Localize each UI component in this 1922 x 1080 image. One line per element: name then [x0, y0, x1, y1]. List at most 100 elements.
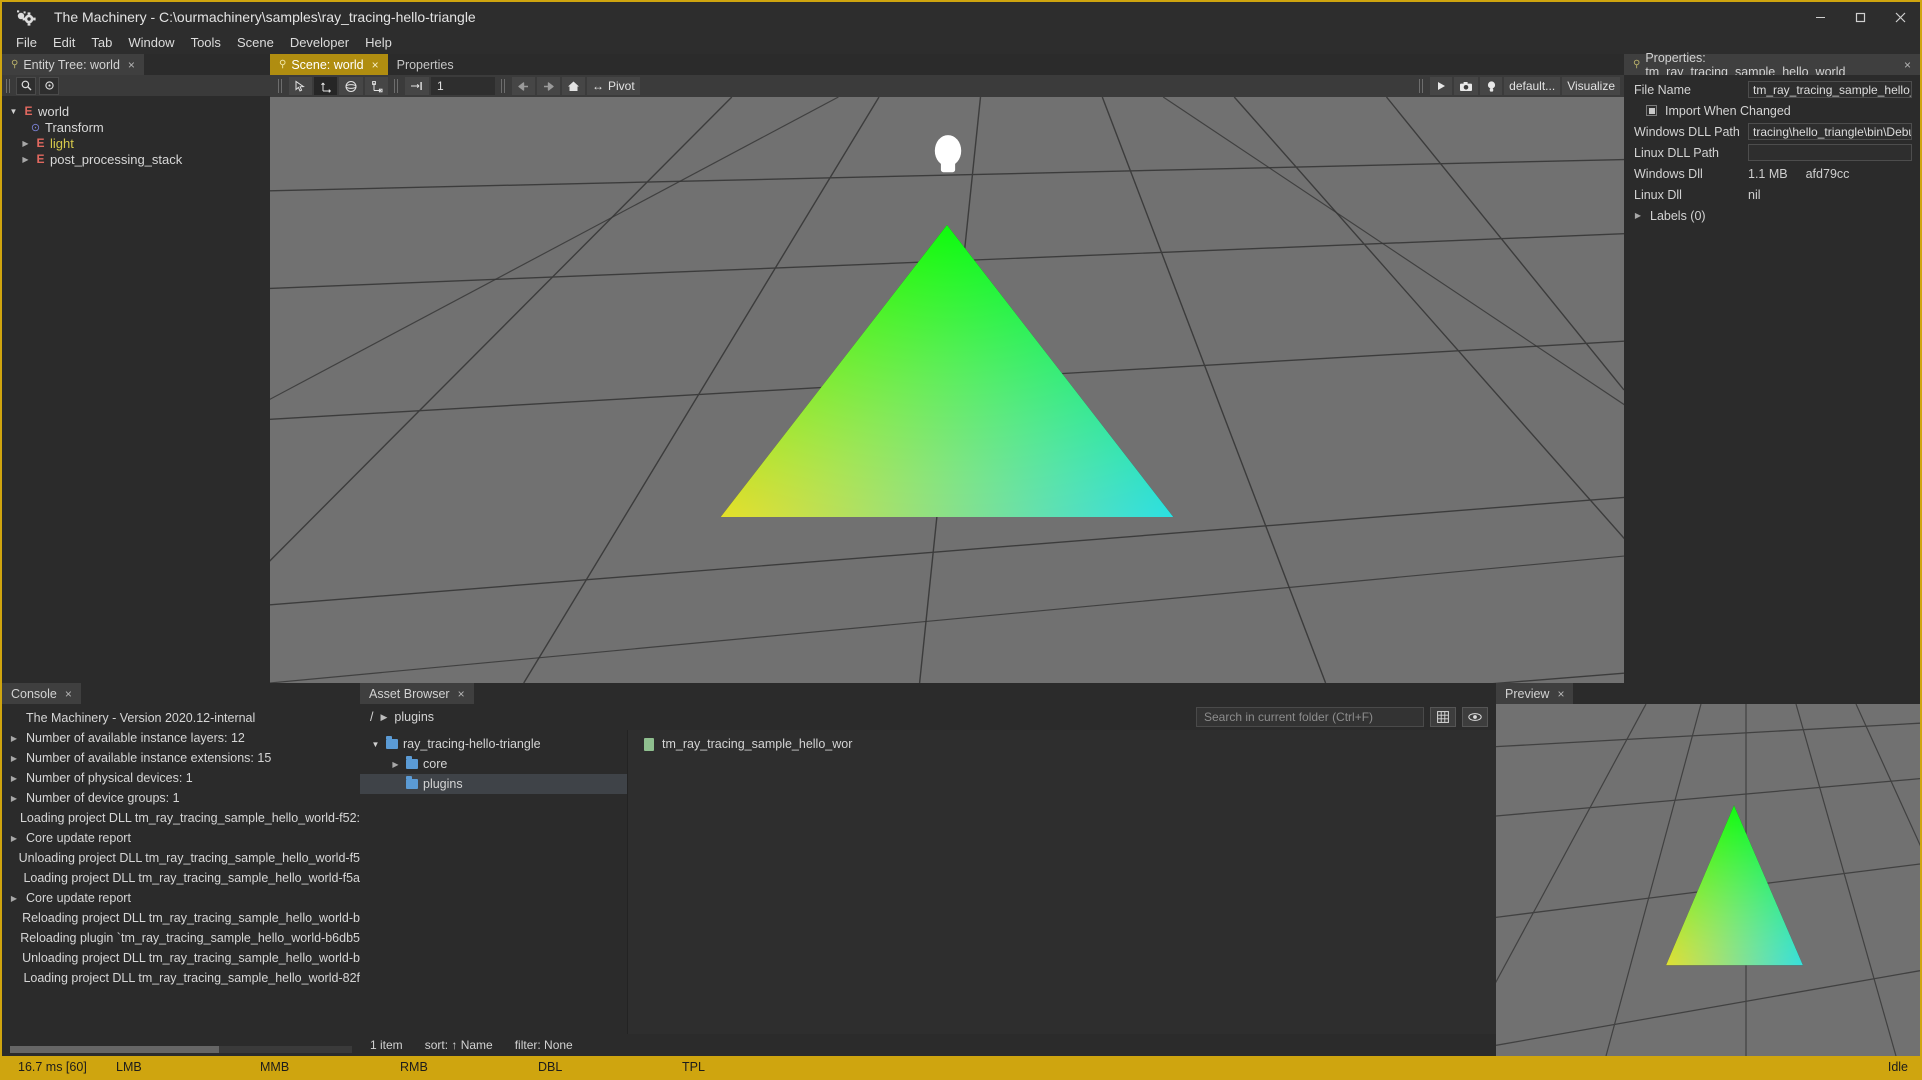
home-icon[interactable] — [562, 77, 585, 95]
tab-scene-world[interactable]: ⚲ Scene: world × — [270, 54, 388, 75]
search-input[interactable]: Search in current folder (Ctrl+F) — [1196, 707, 1424, 727]
drag-handle[interactable] — [6, 78, 11, 93]
console-output[interactable]: The Machinery - Version 2020.12-internal… — [2, 704, 360, 1044]
chevron-right-icon[interactable]: ▶ — [380, 712, 387, 723]
arrow-left-icon[interactable] — [512, 77, 535, 95]
console-line[interactable]: ▶ Number of physical devices: 1 — [2, 768, 360, 788]
tree-item-world[interactable]: ▼ E world — [2, 103, 270, 119]
arrow-right-icon[interactable] — [537, 77, 560, 95]
menu-item-tools[interactable]: Tools — [183, 32, 229, 54]
menu-item-tab[interactable]: Tab — [83, 32, 120, 54]
breadcrumb-root[interactable]: / — [370, 710, 373, 724]
pivot-button[interactable]: ↔ Pivot — [587, 77, 640, 95]
asset-filter[interactable]: filter: None — [515, 1038, 573, 1052]
close-icon[interactable]: × — [65, 687, 72, 701]
tab-properties-asset[interactable]: ⚲ Properties: tm_ray_tracing_sample_hell… — [1624, 51, 1920, 79]
close-icon[interactable]: × — [128, 58, 135, 72]
asset-file-icon — [644, 737, 654, 751]
breadcrumb-plugins[interactable]: plugins — [394, 710, 434, 724]
machinery-logo-icon — [14, 7, 40, 27]
console-line[interactable]: ▶ Core update report — [2, 888, 360, 908]
chevron-right-icon[interactable]: ▶ — [1633, 211, 1643, 220]
preview-viewport[interactable] — [1496, 704, 1920, 1056]
minimize-icon[interactable] — [1800, 2, 1840, 32]
scale-gizmo-icon[interactable] — [365, 77, 388, 95]
labels-section[interactable]: ▶ Labels (0) — [1624, 205, 1920, 226]
select-arrow-icon[interactable] — [289, 77, 312, 95]
snap-icon[interactable] — [405, 77, 429, 95]
scene-viewport[interactable] — [270, 97, 1624, 683]
snap-value-field[interactable]: 1 — [431, 77, 495, 95]
windows-dll-path-field[interactable]: tracing\hello_triangle\bin\Debug\ — [1748, 123, 1912, 140]
asset-browser-body: ▼ ray_tracing-hello-triangle ▶ core plug… — [360, 730, 1496, 1034]
import-when-changed-row[interactable]: Import When Changed — [1624, 100, 1920, 121]
toolbar-separator — [501, 79, 506, 93]
play-icon[interactable] — [1430, 77, 1453, 95]
camera-icon[interactable] — [1454, 77, 1479, 95]
chevron-down-icon[interactable]: ▼ — [8, 107, 19, 116]
chevron-right-icon[interactable]: ▶ — [20, 155, 31, 164]
chevron-right-icon[interactable]: ▶ — [8, 754, 20, 763]
console-line-text: Unloading project DLL tm_ray_tracing_sam… — [22, 951, 360, 965]
camera-preset-button[interactable]: default... — [1504, 77, 1561, 95]
chevron-right-icon[interactable]: ▶ — [8, 794, 20, 803]
chevron-right-icon[interactable]: ▶ — [20, 139, 31, 148]
light-bulb-icon[interactable] — [1480, 77, 1503, 95]
chevron-right-icon[interactable]: ▶ — [8, 734, 20, 743]
asset-sort[interactable]: sort: ↑ Name — [425, 1038, 493, 1052]
close-icon[interactable]: × — [1557, 687, 1564, 701]
menu-item-edit[interactable]: Edit — [45, 32, 83, 54]
console-horizontal-scrollbar[interactable] — [2, 1044, 360, 1056]
target-icon[interactable] — [39, 76, 59, 95]
tree-item-post-processing-stack[interactable]: ▶ E post_processing_stack — [2, 151, 270, 167]
eye-icon[interactable] — [1462, 707, 1488, 727]
tab-preview[interactable]: Preview × — [1496, 683, 1574, 704]
console-line-text: Core update report — [26, 831, 131, 845]
menu-item-window[interactable]: Window — [120, 32, 182, 54]
folder-item-plugins[interactable]: plugins — [360, 774, 627, 794]
console-line-text: Core update report — [26, 891, 131, 905]
chevron-down-icon[interactable]: ▼ — [370, 740, 381, 749]
drag-handle[interactable] — [278, 79, 283, 93]
search-icon[interactable] — [16, 76, 36, 95]
import-when-changed-checkbox[interactable] — [1646, 105, 1657, 116]
rotate-gizmo-icon[interactable] — [339, 77, 363, 95]
menu-item-developer[interactable]: Developer — [282, 32, 357, 54]
move-gizmo-icon[interactable] — [314, 77, 337, 95]
close-icon[interactable]: × — [458, 687, 465, 701]
menu-item-scene[interactable]: Scene — [229, 32, 282, 54]
folder-item-ray-tracing-hello-triangle[interactable]: ▼ ray_tracing-hello-triangle — [360, 734, 627, 754]
file-name-field[interactable]: tm_ray_tracing_sample_hello_wo — [1748, 81, 1912, 98]
linux-dll-path-field[interactable] — [1748, 144, 1912, 161]
chevron-right-icon[interactable]: ▶ — [8, 774, 20, 783]
console-line[interactable]: ▶ Number of available instance extensions… — [2, 748, 360, 768]
maximize-icon[interactable] — [1840, 2, 1880, 32]
close-icon[interactable] — [1880, 2, 1920, 32]
folder-item-core[interactable]: ▶ core — [360, 754, 627, 774]
asset-item-list: tm_ray_tracing_sample_hello_wor — [628, 730, 1496, 1034]
grid-view-icon[interactable] — [1430, 707, 1456, 727]
tab-console[interactable]: Console × — [2, 683, 81, 704]
console-line[interactable]: ▶ Core update report — [2, 828, 360, 848]
scrollbar-track[interactable] — [10, 1046, 352, 1053]
scrollbar-thumb[interactable] — [10, 1046, 219, 1053]
chevron-right-icon[interactable]: ▶ — [8, 894, 20, 903]
tab-properties[interactable]: Properties — [388, 54, 463, 75]
status-state: Idle — [1887, 1060, 1908, 1074]
console-line[interactable]: ▶ Number of device groups: 1 — [2, 788, 360, 808]
asset-browser-tabstrip: Asset Browser × — [360, 683, 1496, 704]
asset-item[interactable]: tm_ray_tracing_sample_hello_wor — [628, 734, 1496, 754]
menu-item-file[interactable]: File — [8, 32, 45, 54]
tab-asset-browser[interactable]: Asset Browser × — [360, 683, 474, 704]
chevron-right-icon[interactable]: ▶ — [390, 760, 401, 769]
tab-entity-tree[interactable]: ⚲ Entity Tree: world × — [2, 54, 144, 75]
console-line[interactable]: ▶ Number of available instance layers: 12 — [2, 728, 360, 748]
close-icon[interactable]: × — [1904, 58, 1911, 72]
folder-icon — [406, 756, 418, 769]
visualize-button[interactable]: Visualize — [1562, 77, 1620, 95]
tree-item-transform[interactable]: ⊙ Transform — [2, 119, 270, 135]
close-icon[interactable]: × — [372, 58, 379, 72]
chevron-right-icon[interactable]: ▶ — [8, 834, 20, 843]
tree-item-light[interactable]: ▶ E light — [2, 135, 270, 151]
menu-item-help[interactable]: Help — [357, 32, 400, 54]
